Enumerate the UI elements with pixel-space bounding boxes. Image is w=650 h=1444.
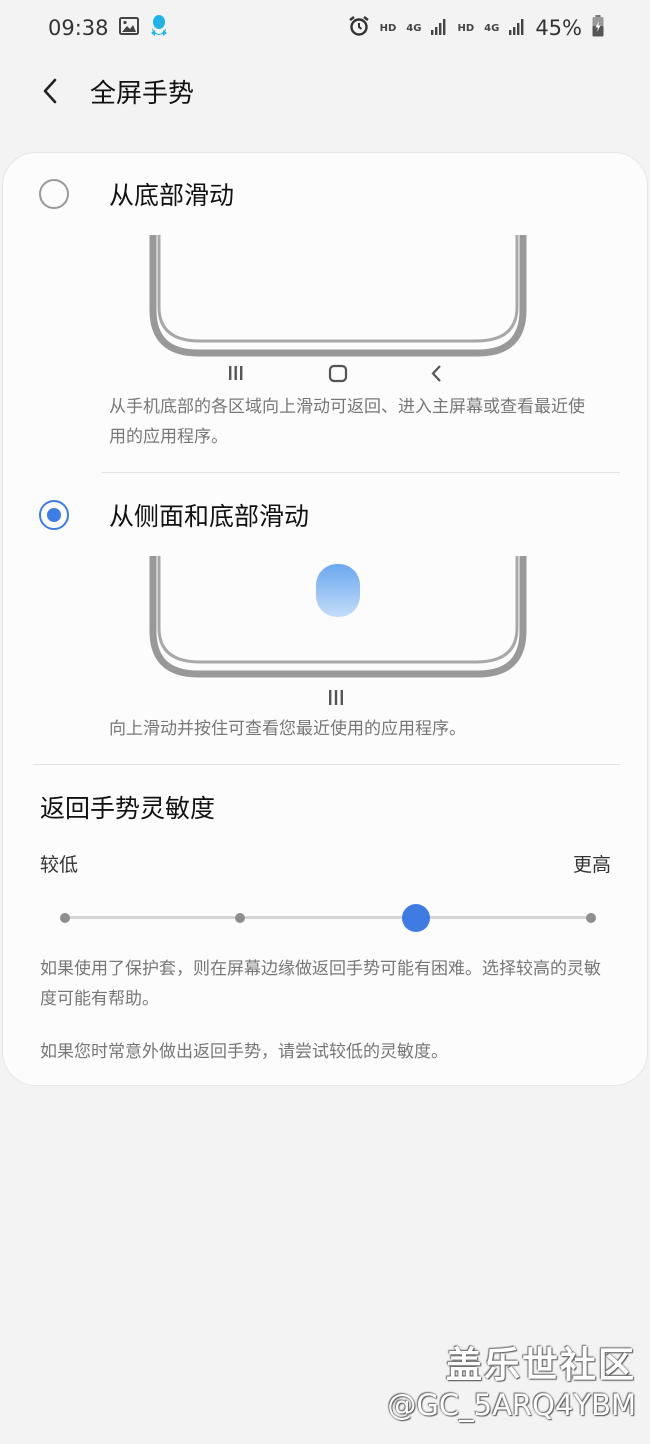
recents-icon — [329, 690, 343, 705]
battery-percent: 45% — [535, 16, 582, 40]
watermark-community: 盖乐世社区 — [445, 1345, 636, 1386]
page-title: 全屏手势 — [90, 78, 195, 109]
back-icon — [431, 365, 441, 382]
image-icon — [118, 16, 139, 40]
gesture-touch-indicator — [316, 564, 360, 617]
signal-icon — [509, 16, 525, 40]
slider-tick[interactable] — [60, 913, 70, 923]
sensitivity-note-1: 如果使用了保护套，则在屏幕边缘做返回手势可能有困难。选择较高的灵敏度可能有帮助。 — [40, 959, 601, 1009]
slider-thumb[interactable] — [401, 904, 430, 932]
sensitivity-title: 返回手势灵敏度 — [40, 794, 216, 823]
chevron-left-icon — [43, 78, 57, 104]
slider-track[interactable] — [65, 916, 591, 919]
option-swipe-from-sides-and-bottom[interactable]: 从侧面和底部滑动 — [3, 483, 649, 547]
radio-swipe-from-bottom[interactable] — [39, 179, 69, 209]
slider-tick[interactable] — [235, 913, 246, 923]
slider-max-label: 更高 — [572, 854, 611, 876]
hd-indicator-2: HD — [457, 22, 475, 34]
battery-charging-icon — [592, 14, 604, 42]
status-time: 09:38 — [48, 16, 109, 40]
network-4g-1: 4G — [406, 22, 422, 34]
sensitivity-note-2: 如果您时常意外做出返回手势，请尝试较低的灵敏度。 — [40, 1042, 448, 1062]
divider — [33, 764, 620, 765]
watermark-user-id: @GC_5ARQ4YBM — [387, 1388, 636, 1422]
divider — [102, 472, 620, 473]
hd-indicator-1: HD — [379, 22, 397, 34]
sensitivity-slider[interactable] — [60, 903, 596, 933]
home-icon — [328, 364, 348, 383]
recents-icon — [229, 366, 243, 380]
radio-swipe-from-sides-and-bottom[interactable] — [39, 500, 69, 530]
signal-icon — [431, 16, 447, 40]
option-description: 向上滑动并按住可查看您最近使用的应用程序。 — [109, 719, 466, 739]
side-bottom-swipe-illustration — [149, 556, 527, 705]
option-swipe-from-bottom[interactable]: 从底部滑动 — [3, 162, 649, 226]
alarm-icon — [348, 15, 370, 42]
back-button[interactable] — [20, 61, 80, 121]
option-label: 从侧面和底部滑动 — [109, 502, 310, 531]
slider-min-label: 较低 — [40, 854, 79, 876]
qq-icon — [149, 14, 169, 43]
option-description: 从手机底部的各区域向上滑动可返回、进入主屏幕或查看最近使用的应用程序。 — [109, 397, 585, 447]
slider-tick[interactable] — [586, 913, 596, 923]
option-label: 从底部滑动 — [109, 181, 235, 210]
settings-card: 从底部滑动 从手机底部的各区域向上滑动可返回、进入主屏幕或查看最近使用的应用程序… — [2, 152, 648, 1086]
network-4g-2: 4G — [484, 22, 500, 34]
status-bar: 09:38 HD 4G HD 4G 45% — [0, 0, 650, 56]
status-bar-left: 09:38 — [48, 14, 169, 43]
status-bar-right: HD 4G HD 4G 45% — [348, 14, 604, 42]
app-bar: 全屏手势 — [0, 60, 650, 122]
bottom-swipe-illustration — [149, 235, 527, 383]
